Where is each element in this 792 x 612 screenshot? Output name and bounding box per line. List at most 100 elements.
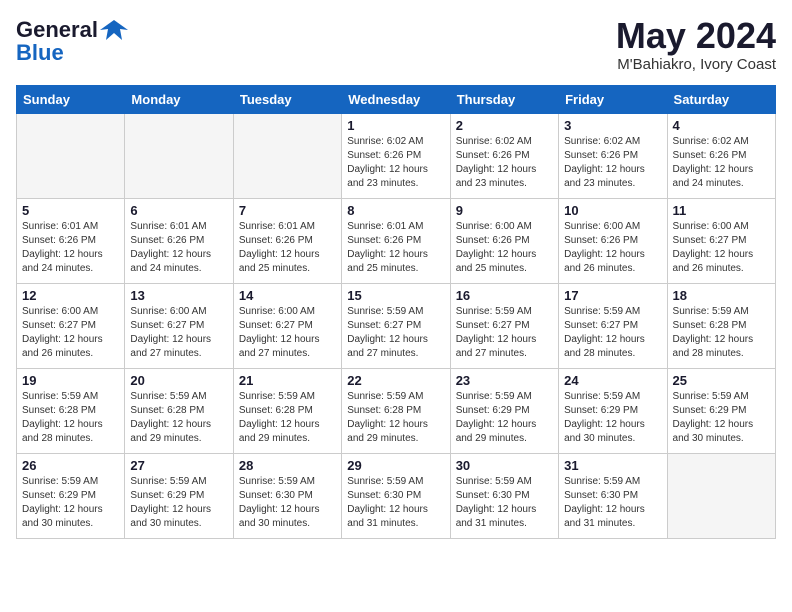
day-number: 27 bbox=[130, 458, 227, 473]
title-block: May 2024 M'Bahiakro, Ivory Coast bbox=[616, 16, 776, 73]
day-number: 28 bbox=[239, 458, 336, 473]
day-info: Sunrise: 5:59 AM Sunset: 6:27 PM Dayligh… bbox=[564, 305, 661, 361]
day-number: 20 bbox=[130, 373, 227, 388]
day-info: Sunrise: 5:59 AM Sunset: 6:28 PM Dayligh… bbox=[130, 390, 227, 446]
calendar-cell: 18Sunrise: 5:59 AM Sunset: 6:28 PM Dayli… bbox=[667, 283, 775, 368]
calendar-cell: 26Sunrise: 5:59 AM Sunset: 6:29 PM Dayli… bbox=[17, 453, 125, 538]
calendar-cell: 22Sunrise: 5:59 AM Sunset: 6:28 PM Dayli… bbox=[342, 368, 450, 453]
calendar-cell: 1 Sunrise: 6:02 AM Sunset: 6:26 PM Daylig… bbox=[342, 113, 450, 198]
weekday-header: Monday bbox=[125, 85, 233, 113]
day-number: 3 bbox=[564, 118, 661, 133]
calendar-cell: 24 Sunrise: 5:59 AM Sunset: 6:29 PM Dayli… bbox=[559, 368, 667, 453]
day-number: 24 bbox=[564, 373, 661, 388]
day-number: 31 bbox=[564, 458, 661, 473]
day-number: 17 bbox=[564, 288, 661, 303]
day-number: 7 bbox=[239, 203, 336, 218]
day-number: 29 bbox=[347, 458, 444, 473]
day-info: Sunrise: 5:59 AM Sunset: 6:28 PM Dayligh… bbox=[239, 390, 336, 446]
weekday-header: Tuesday bbox=[233, 85, 341, 113]
day-info: Sunrise: 5:59 AM Sunset: 6:28 PM Dayligh… bbox=[347, 390, 444, 446]
calendar-cell: 27 Sunrise: 5:59 AM Sunset: 6:29 PM Dayli… bbox=[125, 453, 233, 538]
logo: General Blue bbox=[16, 16, 128, 66]
day-number: 21 bbox=[239, 373, 336, 388]
day-number: 16 bbox=[456, 288, 553, 303]
weekday-header: Sunday bbox=[17, 85, 125, 113]
calendar-cell: 10 Sunrise: 6:00 AM Sunset: 6:26 PM Dayli… bbox=[559, 198, 667, 283]
calendar-table: SundayMondayTuesdayWednesdayThursdayFrid… bbox=[16, 85, 776, 539]
calendar-cell: 13 Sunrise: 6:00 AM Sunset: 6:27 PM Dayli… bbox=[125, 283, 233, 368]
day-number: 5 bbox=[22, 203, 119, 218]
calendar-cell: 20 Sunrise: 5:59 AM Sunset: 6:28 PM Dayli… bbox=[125, 368, 233, 453]
calendar-cell: 30 Sunrise: 5:59 AM Sunset: 6:30 PM Dayli… bbox=[450, 453, 558, 538]
day-info: Sunrise: 6:01 AM Sunset: 6:26 PM Dayligh… bbox=[130, 220, 227, 276]
calendar-cell bbox=[17, 113, 125, 198]
day-number: 13 bbox=[130, 288, 227, 303]
day-info: Sunrise: 6:02 AM Sunset: 6:26 PM Dayligh… bbox=[673, 135, 770, 191]
day-info: Sunrise: 5:59 AM Sunset: 6:30 PM Dayligh… bbox=[456, 475, 553, 531]
calendar-cell: 29 Sunrise: 5:59 AM Sunset: 6:30 PM Dayli… bbox=[342, 453, 450, 538]
day-info: Sunrise: 5:59 AM Sunset: 6:30 PM Dayligh… bbox=[239, 475, 336, 531]
calendar-cell: 28 Sunrise: 5:59 AM Sunset: 6:30 PM Dayli… bbox=[233, 453, 341, 538]
calendar-cell: 7 Sunrise: 6:01 AM Sunset: 6:26 PM Daylig… bbox=[233, 198, 341, 283]
day-info: Sunrise: 6:00 AM Sunset: 6:27 PM Dayligh… bbox=[239, 305, 336, 361]
day-number: 26 bbox=[22, 458, 119, 473]
calendar-cell: 8 Sunrise: 6:01 AM Sunset: 6:26 PM Daylig… bbox=[342, 198, 450, 283]
day-number: 14 bbox=[239, 288, 336, 303]
day-number: 9 bbox=[456, 203, 553, 218]
calendar-cell: 14 Sunrise: 6:00 AM Sunset: 6:27 PM Dayli… bbox=[233, 283, 341, 368]
day-info: Sunrise: 5:59 AM Sunset: 6:27 PM Dayligh… bbox=[456, 305, 553, 361]
week-row: 26 Sunrise: 5:59 AM Sunset: 6:29 PM Dayli… bbox=[17, 453, 776, 538]
day-info: Sunrise: 5:59 AM Sunset: 6:29 PM Dayligh… bbox=[673, 390, 770, 446]
day-number: 6 bbox=[130, 203, 227, 218]
day-info: Sunrise: 6:00 AM Sunset: 6:27 PM Dayligh… bbox=[22, 305, 119, 361]
day-number: 18 bbox=[673, 288, 770, 303]
weekday-header: Saturday bbox=[667, 85, 775, 113]
day-info: Sunrise: 6:00 AM Sunset: 6:27 PM Dayligh… bbox=[673, 220, 770, 276]
weekday-header: Friday bbox=[559, 85, 667, 113]
day-number: 10 bbox=[564, 203, 661, 218]
day-info: Sunrise: 6:01 AM Sunset: 6:26 PM Dayligh… bbox=[347, 220, 444, 276]
day-info: Sunrise: 6:02 AM Sunset: 6:26 PM Dayligh… bbox=[564, 135, 661, 191]
calendar-cell: 3 Sunrise: 6:02 AM Sunset: 6:26 PM Daylig… bbox=[559, 113, 667, 198]
calendar-cell: 2Sunrise: 6:02 AM Sunset: 6:26 PM Daylig… bbox=[450, 113, 558, 198]
day-info: Sunrise: 6:01 AM Sunset: 6:26 PM Dayligh… bbox=[22, 220, 119, 276]
calendar-cell bbox=[667, 453, 775, 538]
day-info: Sunrise: 5:59 AM Sunset: 6:30 PM Dayligh… bbox=[347, 475, 444, 531]
weekday-header: Wednesday bbox=[342, 85, 450, 113]
day-info: Sunrise: 6:00 AM Sunset: 6:26 PM Dayligh… bbox=[564, 220, 661, 276]
calendar-cell: 21 Sunrise: 5:59 AM Sunset: 6:28 PM Dayli… bbox=[233, 368, 341, 453]
day-info: Sunrise: 6:00 AM Sunset: 6:27 PM Dayligh… bbox=[130, 305, 227, 361]
day-info: Sunrise: 5:59 AM Sunset: 6:29 PM Dayligh… bbox=[564, 390, 661, 446]
day-info: Sunrise: 5:59 AM Sunset: 6:29 PM Dayligh… bbox=[130, 475, 227, 531]
day-number: 1 bbox=[347, 118, 444, 133]
week-row: 5 Sunrise: 6:01 AM Sunset: 6:26 PM Daylig… bbox=[17, 198, 776, 283]
day-number: 2 bbox=[456, 118, 553, 133]
calendar-cell: 9Sunrise: 6:00 AM Sunset: 6:26 PM Daylig… bbox=[450, 198, 558, 283]
day-number: 25 bbox=[673, 373, 770, 388]
week-row: 1 Sunrise: 6:02 AM Sunset: 6:26 PM Daylig… bbox=[17, 113, 776, 198]
logo-bird-icon bbox=[100, 16, 128, 44]
day-number: 19 bbox=[22, 373, 119, 388]
calendar-cell bbox=[125, 113, 233, 198]
calendar-cell: 5 Sunrise: 6:01 AM Sunset: 6:26 PM Daylig… bbox=[17, 198, 125, 283]
day-number: 15 bbox=[347, 288, 444, 303]
day-info: Sunrise: 6:02 AM Sunset: 6:26 PM Dayligh… bbox=[347, 135, 444, 191]
calendar-cell: 6 Sunrise: 6:01 AM Sunset: 6:26 PM Daylig… bbox=[125, 198, 233, 283]
calendar-cell: 15Sunrise: 5:59 AM Sunset: 6:27 PM Dayli… bbox=[342, 283, 450, 368]
day-info: Sunrise: 5:59 AM Sunset: 6:30 PM Dayligh… bbox=[564, 475, 661, 531]
calendar-cell: 19 Sunrise: 5:59 AM Sunset: 6:28 PM Dayli… bbox=[17, 368, 125, 453]
day-number: 30 bbox=[456, 458, 553, 473]
day-number: 23 bbox=[456, 373, 553, 388]
day-number: 8 bbox=[347, 203, 444, 218]
day-number: 11 bbox=[673, 203, 770, 218]
day-info: Sunrise: 6:01 AM Sunset: 6:26 PM Dayligh… bbox=[239, 220, 336, 276]
day-info: Sunrise: 5:59 AM Sunset: 6:28 PM Dayligh… bbox=[22, 390, 119, 446]
calendar-cell: 25 Sunrise: 5:59 AM Sunset: 6:29 PM Dayli… bbox=[667, 368, 775, 453]
calendar-cell bbox=[233, 113, 341, 198]
weekday-header-row: SundayMondayTuesdayWednesdayThursdayFrid… bbox=[17, 85, 776, 113]
location-subtitle: M'Bahiakro, Ivory Coast bbox=[616, 56, 776, 73]
week-row: 19 Sunrise: 5:59 AM Sunset: 6:28 PM Dayli… bbox=[17, 368, 776, 453]
calendar-cell: 23 Sunrise: 5:59 AM Sunset: 6:29 PM Dayli… bbox=[450, 368, 558, 453]
calendar-cell: 17 Sunrise: 5:59 AM Sunset: 6:27 PM Dayli… bbox=[559, 283, 667, 368]
day-info: Sunrise: 5:59 AM Sunset: 6:29 PM Dayligh… bbox=[456, 390, 553, 446]
